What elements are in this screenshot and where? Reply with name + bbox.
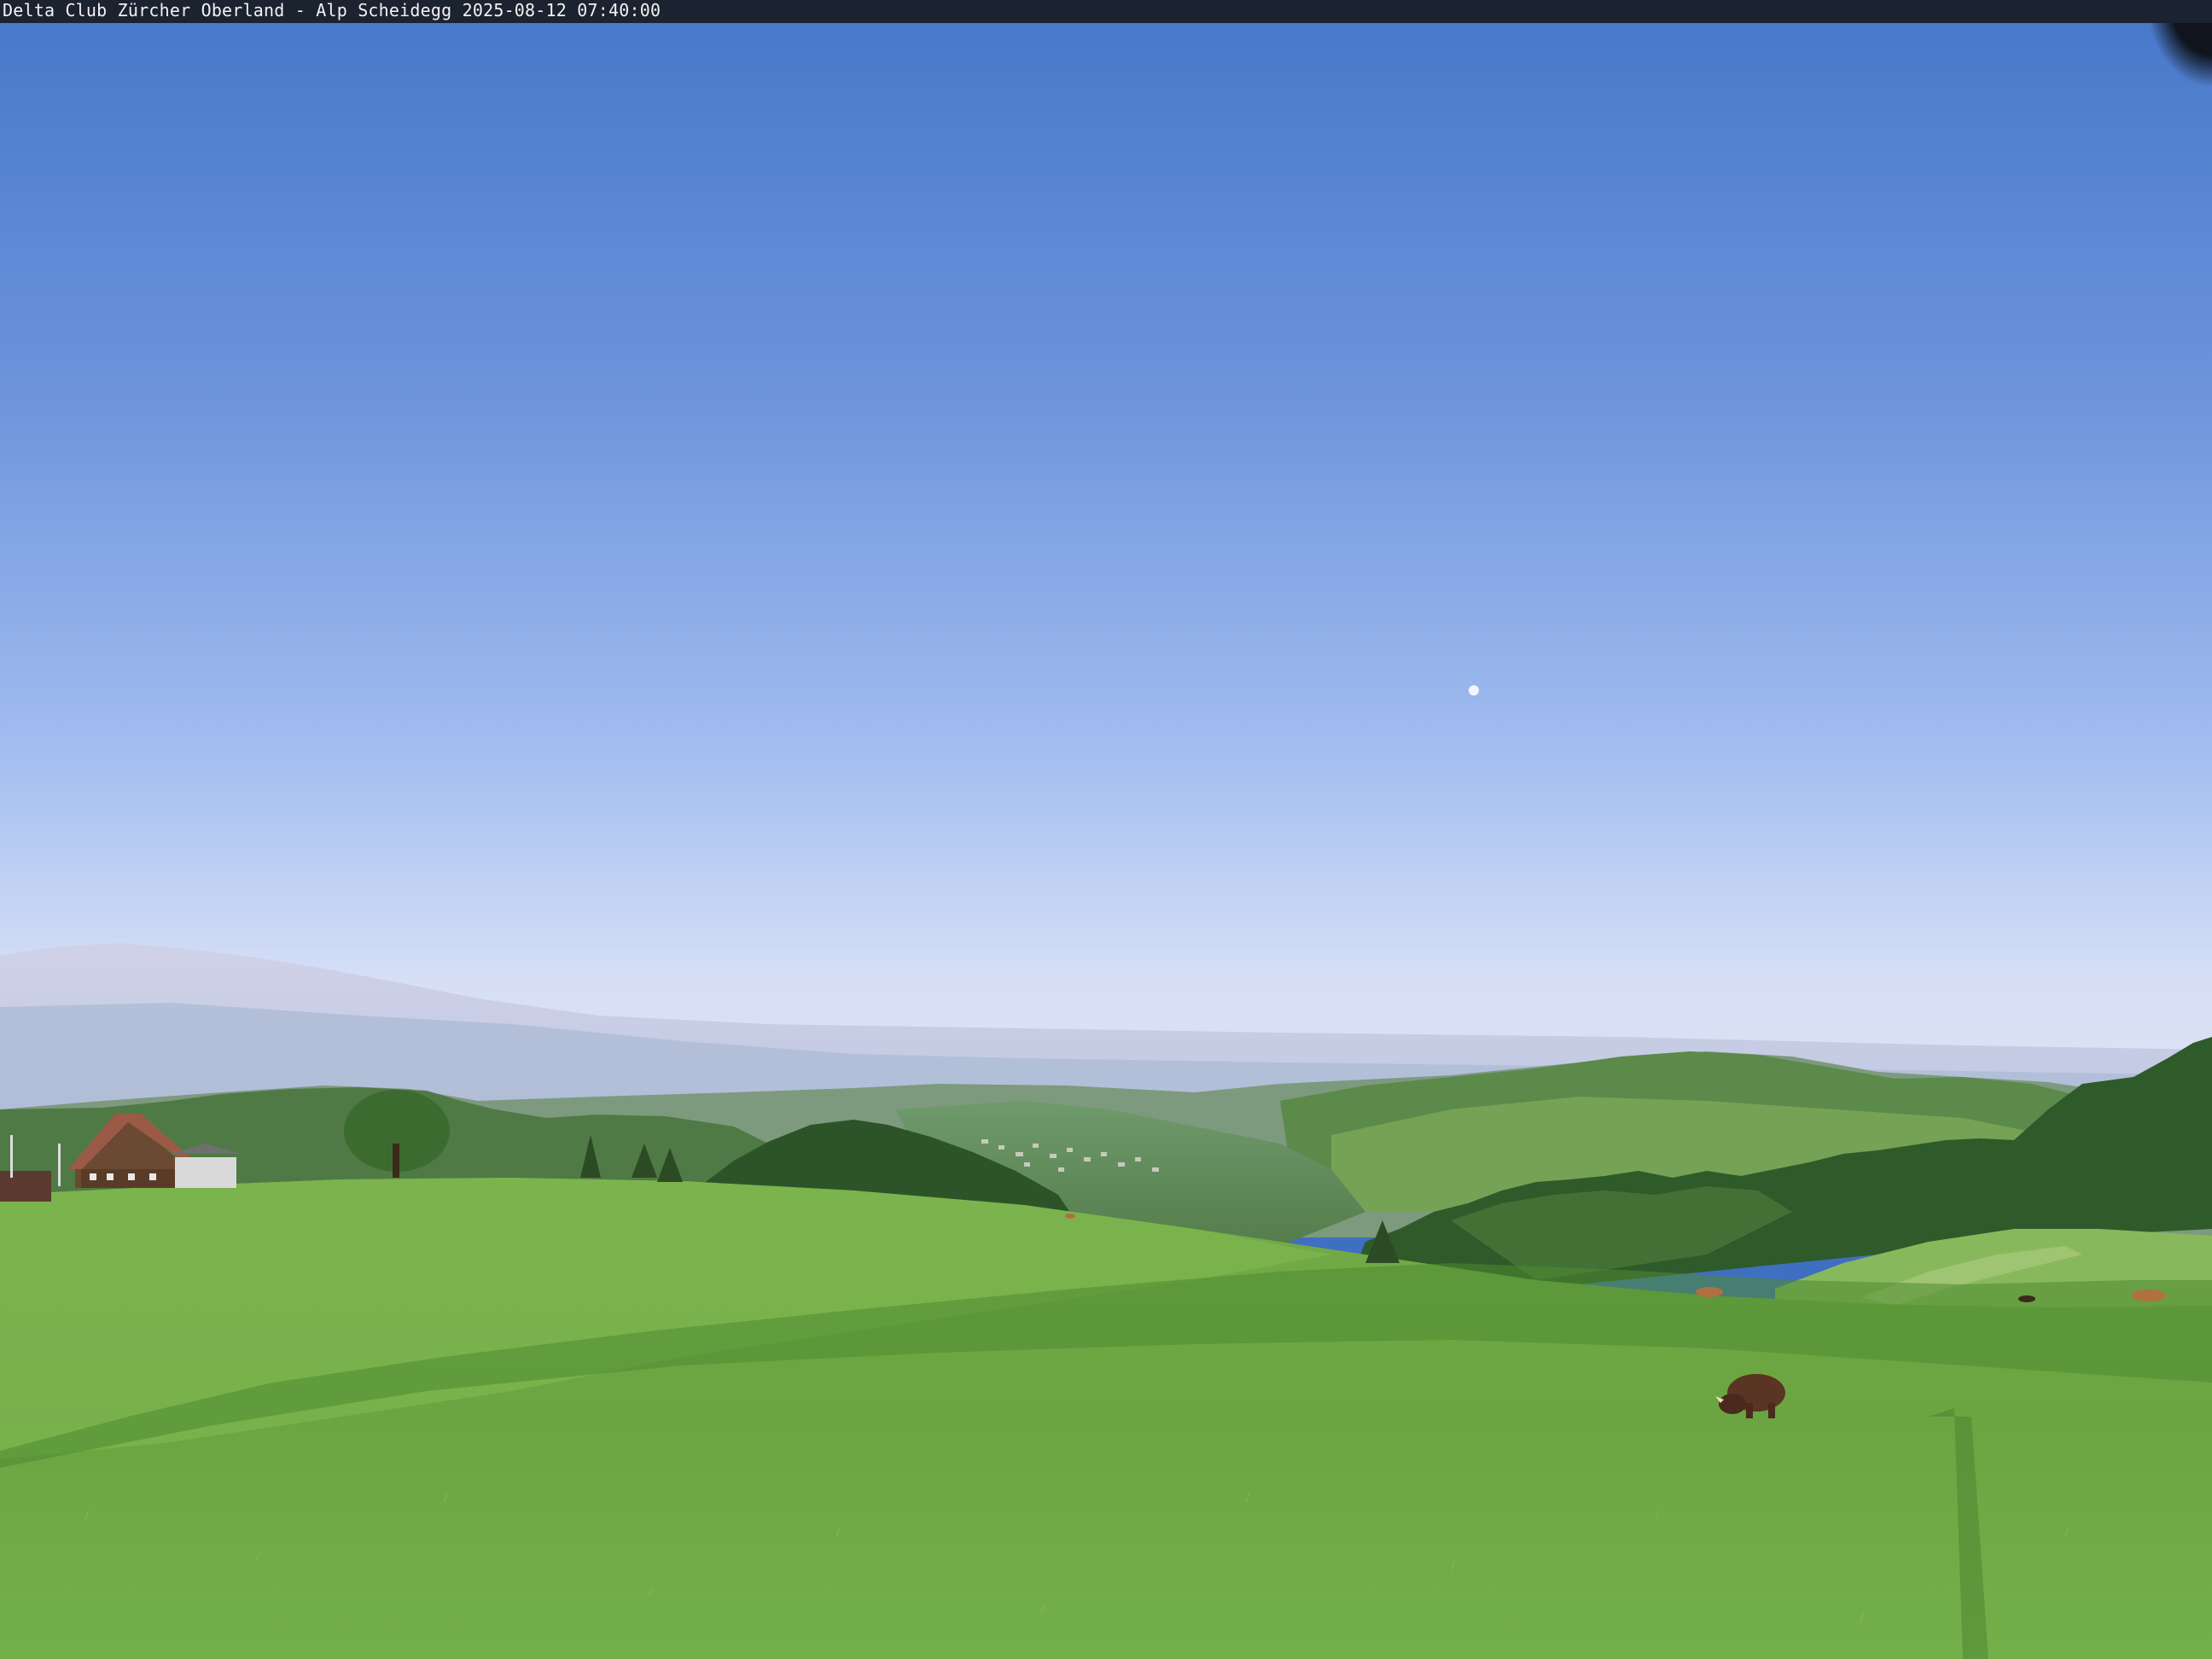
caption-bar: Delta Club Zürcher Oberland - Alp Scheid… — [0, 0, 2212, 23]
webcam-caption: Delta Club Zürcher Oberland - Alp Scheid… — [3, 0, 661, 20]
webcam-scene: Delta Club Zürcher Oberland - Alp Scheid… — [0, 0, 2212, 1659]
moon — [1469, 685, 1479, 696]
landscape-image — [0, 0, 2212, 1659]
